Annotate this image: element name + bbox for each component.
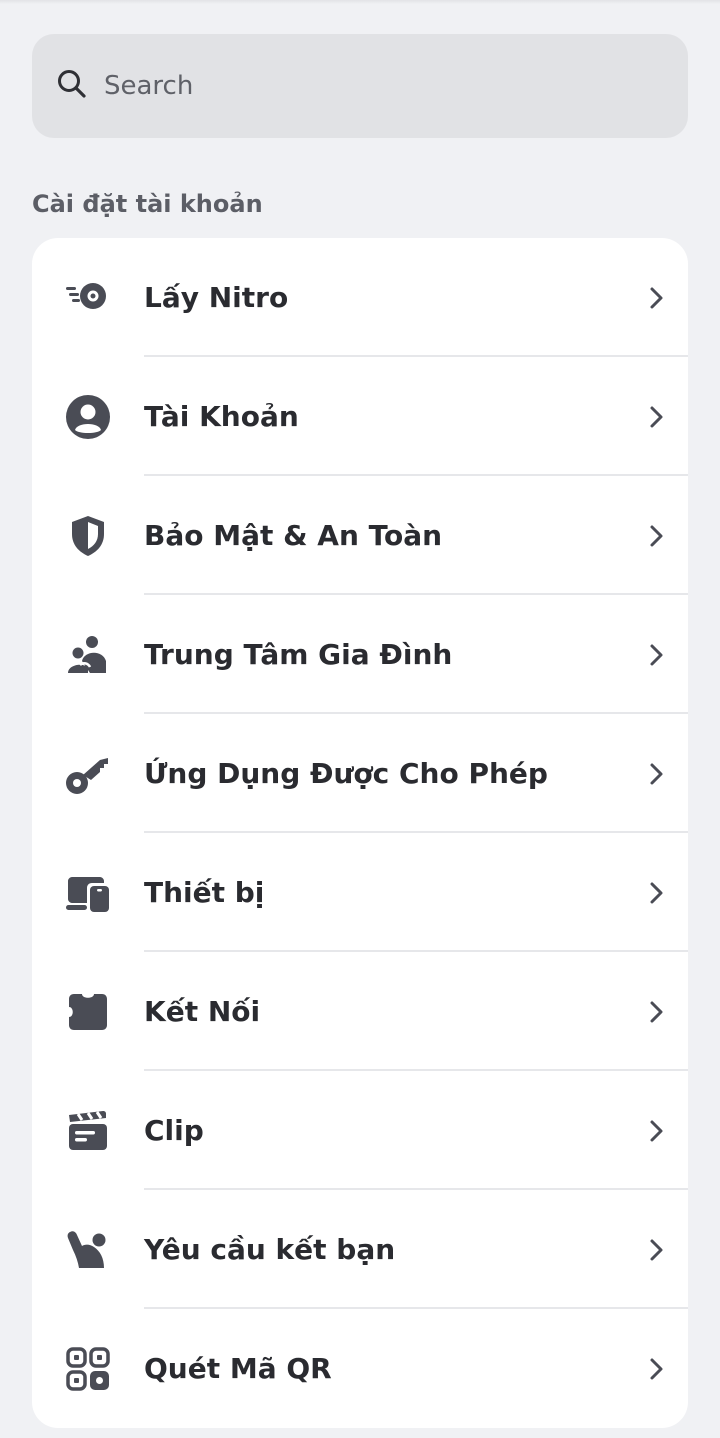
chevron-right-icon <box>644 1357 668 1381</box>
chevron-right-icon <box>644 524 668 548</box>
search-bar[interactable]: Search <box>32 34 688 138</box>
section-title: Cài đặt tài khoản <box>32 190 263 218</box>
settings-item-label: Kết Nối <box>144 995 261 1028</box>
settings-item-label: Thiết bị <box>144 876 265 909</box>
nitro-icon <box>64 274 112 322</box>
chevron-right-icon <box>644 762 668 786</box>
family-icon <box>64 631 112 679</box>
settings-item-security[interactable]: Bảo Mật & An Toàn <box>32 476 688 595</box>
settings-item-family-center[interactable]: Trung Tâm Gia Đình <box>32 595 688 714</box>
search-icon <box>56 68 88 104</box>
chevron-right-icon <box>644 1000 668 1024</box>
chevron-right-icon <box>644 643 668 667</box>
qr-code-icon <box>64 1345 112 1393</box>
top-edge <box>0 0 720 4</box>
chevron-right-icon <box>644 1119 668 1143</box>
settings-item-clips[interactable]: Clip <box>32 1071 688 1190</box>
settings-item-label: Clip <box>144 1114 204 1147</box>
settings-item-label: Yêu cầu kết bạn <box>144 1233 396 1266</box>
chevron-right-icon <box>644 1238 668 1262</box>
settings-item-label: Tài Khoản <box>144 400 299 433</box>
settings-item-friend-requests[interactable]: Yêu cầu kết bạn <box>32 1190 688 1309</box>
clapperboard-icon <box>64 1107 112 1155</box>
settings-item-authorized-apps[interactable]: Ứng Dụng Được Cho Phép <box>32 714 688 833</box>
settings-card: Lấy Nitro Tài Khoản Bảo Mật & An Toàn Tr… <box>32 238 688 1428</box>
chevron-right-icon <box>644 405 668 429</box>
search-placeholder: Search <box>104 71 194 101</box>
settings-item-scan-qr[interactable]: Quét Mã QR <box>32 1309 688 1428</box>
chevron-right-icon <box>644 881 668 905</box>
wave-person-icon <box>64 1226 112 1274</box>
chevron-right-icon <box>644 286 668 310</box>
settings-item-label: Quét Mã QR <box>144 1352 332 1385</box>
settings-item-get-nitro[interactable]: Lấy Nitro <box>32 238 688 357</box>
settings-item-label: Bảo Mật & An Toàn <box>144 519 443 552</box>
key-icon <box>64 750 112 798</box>
puzzle-icon <box>64 988 112 1036</box>
settings-item-devices[interactable]: Thiết bị <box>32 833 688 952</box>
settings-item-label: Ứng Dụng Được Cho Phép <box>144 757 548 790</box>
account-icon <box>64 393 112 441</box>
settings-item-label: Trung Tâm Gia Đình <box>144 638 453 671</box>
shield-icon <box>64 512 112 560</box>
devices-icon <box>64 869 112 917</box>
settings-item-account[interactable]: Tài Khoản <box>32 357 688 476</box>
settings-item-connections[interactable]: Kết Nối <box>32 952 688 1071</box>
settings-item-label: Lấy Nitro <box>144 281 289 314</box>
